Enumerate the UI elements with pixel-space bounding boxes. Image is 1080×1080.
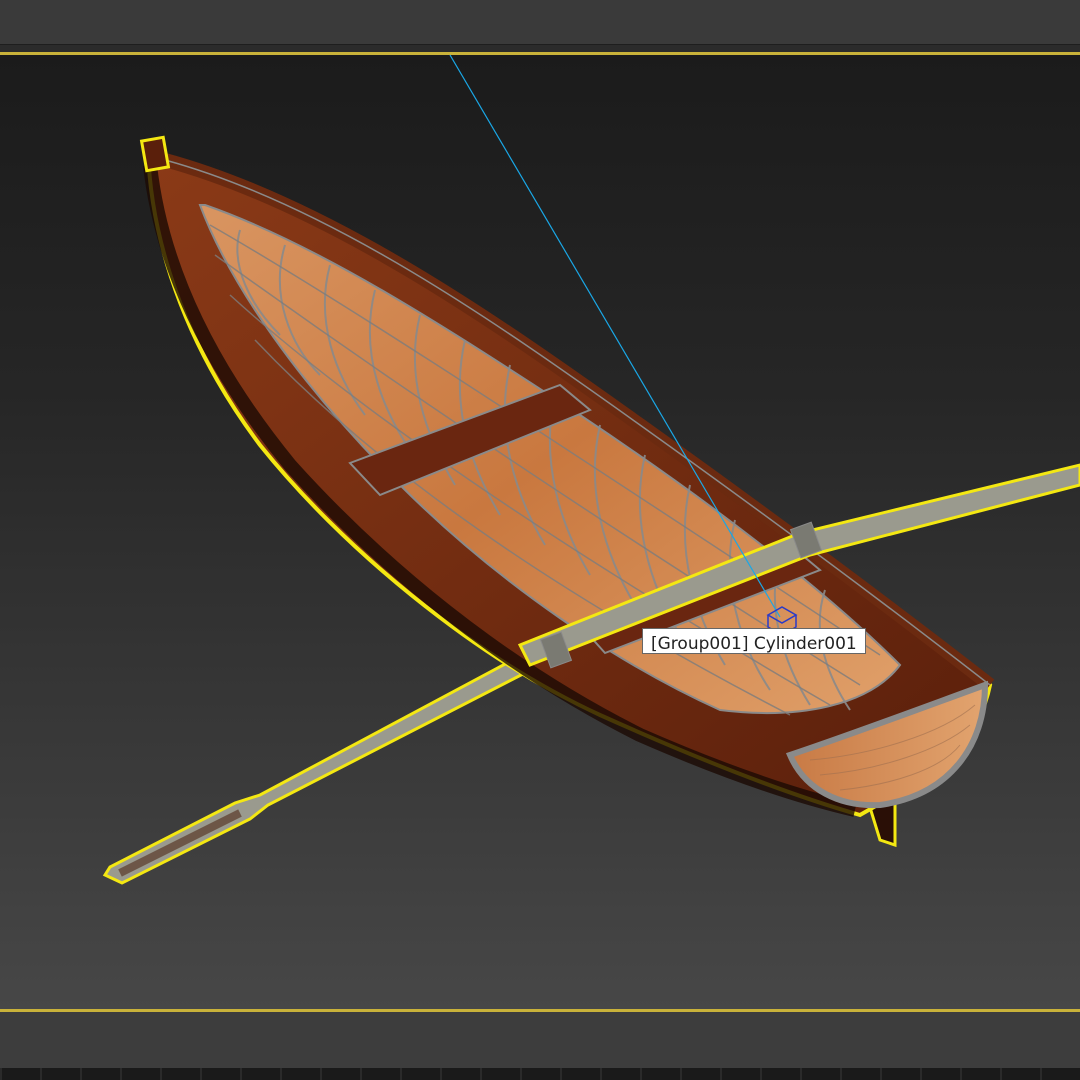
toolbar [0,0,1080,45]
3d-viewport[interactable] [0,52,1080,1012]
object-tooltip: [Group001] Cylinder001 [642,628,866,654]
oar-left[interactable] [102,638,563,885]
status-bar [0,1012,1080,1068]
timeline-track[interactable] [0,1068,1080,1080]
scene-canvas[interactable] [0,55,1080,1015]
boat-hull[interactable] [139,135,995,818]
